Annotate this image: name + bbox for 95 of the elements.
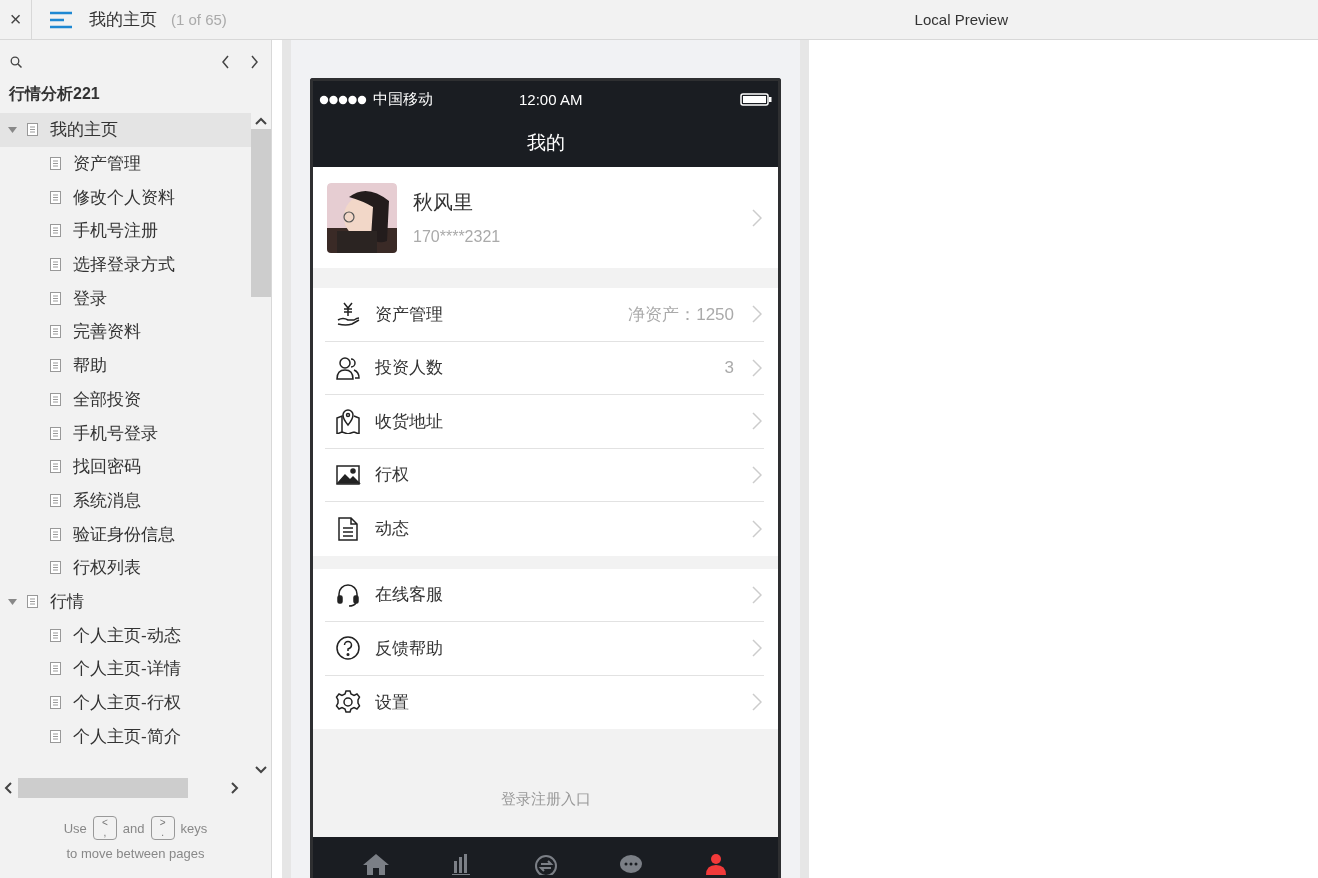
tree-item[interactable]: 行权列表 <box>0 550 251 585</box>
tree-item[interactable]: 个人主页-简介 <box>0 719 251 754</box>
expand-icon[interactable] <box>8 596 17 606</box>
tree-item[interactable]: 手机号注册 <box>0 214 251 248</box>
page-icon <box>50 460 61 474</box>
menu-item[interactable]: 在线客服 <box>325 568 764 622</box>
menu-item[interactable]: 动态 <box>325 502 764 556</box>
menu-item[interactable]: 收货地址 <box>325 395 764 449</box>
profile-row[interactable]: 秋风里 170****2321 <box>313 167 778 268</box>
tree-item[interactable]: 修改个人资料 <box>0 180 251 215</box>
hint-text: to move between pages <box>66 846 205 861</box>
tree-item[interactable]: 资产管理 <box>0 146 251 181</box>
chevron-icon <box>752 693 762 712</box>
tree-item[interactable]: 个人主页-动态 <box>0 618 251 652</box>
battery-icon <box>740 93 772 106</box>
tree-item[interactable]: 完善资料 <box>0 315 251 349</box>
hint-text: and <box>122 820 145 836</box>
status-time: 12:00 AM <box>519 91 583 108</box>
preview-label: Local Preview <box>914 11 1008 28</box>
user-phone: 170****2321 <box>413 228 502 246</box>
help-icon <box>335 635 361 662</box>
previous-icon[interactable] <box>221 55 230 69</box>
page-icon <box>50 527 61 541</box>
page-icon <box>27 123 38 137</box>
menu-item[interactable]: 投资人数 3 <box>325 341 764 395</box>
chevron-icon <box>752 305 762 324</box>
tree-item[interactable]: 选择登录方式 <box>0 247 251 282</box>
project-title: 行情分析221 <box>8 84 101 104</box>
next-icon[interactable] <box>250 55 259 69</box>
menu-item[interactable]: 行权 <box>325 448 764 502</box>
chevron-icon <box>752 585 762 604</box>
menu-item[interactable]: 资产管理 净资产：1250 <box>325 288 764 342</box>
chevron-icon <box>752 358 762 377</box>
page-icon <box>50 561 61 575</box>
page-count: (1 of 65) <box>171 11 227 28</box>
key-cap: < , <box>92 816 117 840</box>
tree-item[interactable]: 行情 <box>0 584 251 619</box>
page-icon <box>50 493 61 507</box>
page-icon <box>50 190 61 204</box>
tree-item[interactable]: 找回密码 <box>0 449 251 484</box>
scroll-right-icon[interactable] <box>231 782 239 794</box>
tree-item[interactable]: 系统消息 <box>0 483 251 518</box>
menu-item[interactable]: 设置 <box>325 675 764 729</box>
menu-icon[interactable] <box>50 10 72 29</box>
map-pin-icon <box>335 408 361 435</box>
chevron-icon <box>752 639 762 658</box>
scroll-down-icon[interactable] <box>255 766 267 774</box>
chevron-icon <box>752 519 762 538</box>
document-icon <box>335 515 361 542</box>
headset-icon <box>335 581 361 608</box>
tree-item[interactable]: 个人主页-行权 <box>0 685 251 720</box>
tree-item[interactable]: 全部投资 <box>0 382 251 417</box>
settings-icon <box>335 689 361 716</box>
page-icon <box>50 291 61 305</box>
menu-value: 3 <box>724 357 734 378</box>
page-icon <box>50 325 61 339</box>
page-icon <box>50 729 61 743</box>
yen-hand-icon <box>335 301 361 328</box>
screen-title: 我的 <box>313 118 778 167</box>
page-icon <box>50 628 61 642</box>
tree-item[interactable]: 手机号登录 <box>0 416 251 450</box>
people-icon <box>335 354 361 381</box>
page-icon <box>27 594 38 608</box>
page-icon <box>50 157 61 171</box>
tree-item[interactable]: 登录 <box>0 281 251 316</box>
carrier-name: 中国移动 <box>373 90 433 109</box>
signal-icon <box>319 94 367 105</box>
tree-item[interactable]: 个人主页-详情 <box>0 652 251 686</box>
hint-text: Use <box>63 820 87 836</box>
close-icon[interactable]: × <box>9 8 22 31</box>
scrollbar-thumb[interactable] <box>18 778 188 798</box>
tree-item[interactable]: 帮助 <box>0 348 251 383</box>
scroll-up-icon[interactable] <box>255 117 267 125</box>
expand-icon[interactable] <box>8 125 17 135</box>
page-icon <box>50 696 61 710</box>
chevron-icon <box>752 465 762 484</box>
scroll-left-icon[interactable] <box>4 782 12 794</box>
user-name: 秋风里 <box>413 190 474 215</box>
key-cap: > . <box>150 816 175 840</box>
hint-text: keys <box>180 820 208 836</box>
page-icon <box>50 426 61 440</box>
page-icon <box>50 258 61 272</box>
menu-item[interactable]: 反馈帮助 <box>325 622 764 676</box>
page-icon <box>50 359 61 373</box>
page-icon <box>50 662 61 676</box>
menu-value: 净资产：1250 <box>628 303 734 326</box>
tree-item[interactable]: 验证身份信息 <box>0 517 251 551</box>
tree-item[interactable]: 我的主页 <box>0 113 251 147</box>
search-icon[interactable] <box>10 56 22 68</box>
page-icon <box>50 392 61 406</box>
page-icon <box>50 224 61 238</box>
chevron-icon <box>752 412 762 431</box>
chevron-icon <box>752 208 762 227</box>
scrollbar-thumb[interactable] <box>251 129 271 297</box>
page-title: 我的主页 <box>89 9 157 31</box>
